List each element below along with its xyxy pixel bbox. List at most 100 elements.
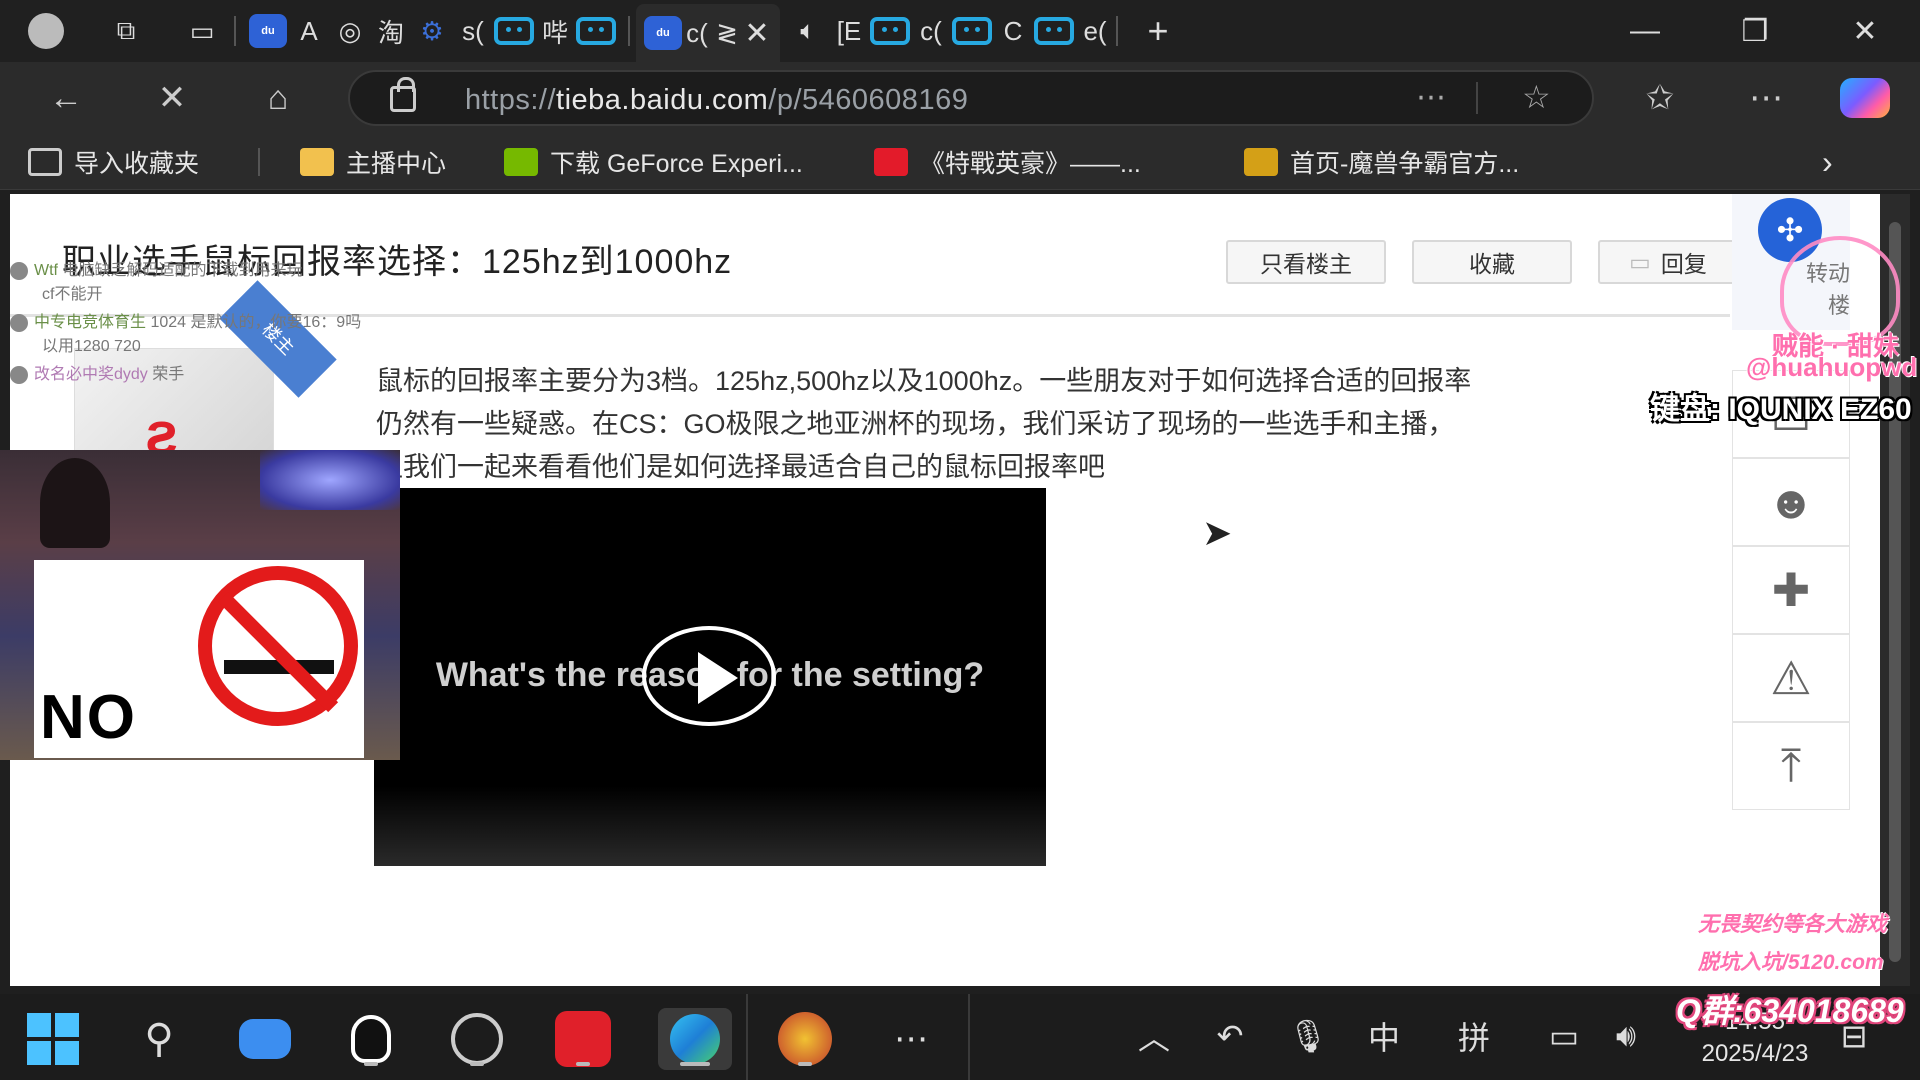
tab-baidu[interactable]: du — [246, 9, 290, 53]
running-indicator — [576, 1062, 590, 1066]
gear-tab-icon[interactable]: ⚙ — [410, 9, 454, 53]
navigation-bar: ← ✕ ⌂ https://tieba.baidu.com/p/54606081… — [0, 62, 1920, 134]
bilibili-icon — [576, 17, 616, 45]
crossfire-logo-shape — [778, 1012, 832, 1066]
taskbar-divider — [746, 994, 748, 1080]
obs-icon[interactable] — [446, 1008, 508, 1070]
baidu-netdisk-icon[interactable] — [234, 1008, 296, 1070]
microphone-icon[interactable]: 🎙︎ — [1284, 1012, 1332, 1060]
edge-icon[interactable] — [658, 1008, 732, 1070]
favorite-anchor-center[interactable]: 主播中心 — [300, 144, 446, 180]
start-icon[interactable] — [22, 1008, 84, 1070]
stop-loading-icon[interactable]: ✕ — [148, 74, 196, 122]
favorite-valorant[interactable]: 《特戰英豪》——... — [874, 144, 1141, 180]
tab-bilibili[interactable] — [1032, 9, 1076, 53]
start-tile — [55, 1041, 79, 1065]
tab-label[interactable]: e( — [1080, 16, 1110, 47]
tab-label[interactable]: C — [998, 16, 1028, 47]
report-icon[interactable]: ⚠ — [1732, 634, 1850, 722]
qq-icon[interactable] — [340, 1008, 402, 1070]
valorant-icon — [874, 148, 908, 176]
tab-label[interactable]: [E — [834, 16, 864, 47]
favorite-button[interactable]: 收藏 — [1412, 240, 1572, 284]
favorites-overflow-icon[interactable]: › — [1822, 144, 1833, 180]
start-tile — [27, 1013, 51, 1037]
ime-mode[interactable]: 拼 — [1450, 1012, 1498, 1060]
post-line: 仍然有一些疑惑。在CS：GO极限之地亚洲杯的现场，我们采访了现场的一些选手和主播… — [376, 409, 1455, 439]
profile-avatar[interactable] — [24, 9, 68, 53]
chat-avatar — [10, 261, 28, 280]
restore-icon[interactable]: ❐ — [1700, 0, 1810, 62]
speaker-icon[interactable]: 🔈︎ — [786, 9, 830, 53]
baidu-paw-icon: du — [249, 14, 287, 48]
minimize-icon[interactable]: — — [1590, 0, 1700, 62]
vertical-tabs-icon[interactable]: ▭ — [180, 9, 224, 53]
tab-bilibili[interactable] — [574, 9, 618, 53]
chat-subline: 以用1280 720 — [42, 338, 141, 355]
chevron-up-icon[interactable]: ︿ — [1130, 1012, 1178, 1060]
voice-input-icon[interactable]: ↶ — [1206, 1012, 1254, 1060]
keyboard-info: 键盘: IQUNIX EZ60 — [1650, 393, 1912, 426]
search-icon[interactable]: ⚲ — [128, 1008, 190, 1070]
tab-label[interactable]: 哔 — [540, 13, 570, 50]
chat-message: Wtf 电脑缺乏解码适配的下载到用来玩 — [10, 256, 302, 280]
no-smoking-sign: NO — [34, 560, 364, 758]
more-apps-icon[interactable]: ⋯ — [880, 1008, 942, 1070]
add-icon[interactable]: ✚ — [1732, 546, 1850, 634]
op-only-button[interactable]: 只看楼主 — [1226, 240, 1386, 284]
tab-label[interactable]: s( — [458, 16, 488, 47]
tab-bilibili[interactable] — [950, 9, 994, 53]
close-window-icon[interactable]: ✕ — [1810, 0, 1920, 62]
new-tab-icon[interactable]: + — [1136, 9, 1180, 53]
qq-group-overlay: Q群:634018689 — [1676, 993, 1904, 1029]
favorite-star-icon[interactable]: ☆ — [1522, 78, 1551, 116]
video-player[interactable]: What's the reason for the setting? — [374, 488, 1046, 866]
chat-text: 荣手 — [152, 366, 185, 383]
globe-icon[interactable]: ◎ — [328, 9, 372, 53]
address-bar[interactable]: https://tieba.baidu.com/p/5460608169 ⋯ ☆ — [348, 70, 1594, 126]
bilibili-icon — [870, 17, 910, 45]
close-tab-icon[interactable]: ✕ — [742, 16, 772, 51]
cam-light — [260, 450, 400, 510]
workspaces-icon[interactable]: ⧉ — [104, 9, 148, 53]
url-text[interactable]: https://tieba.baidu.com/p/5460608169 — [465, 84, 968, 117]
favorites-list-icon[interactable]: ✩ — [1636, 74, 1684, 122]
netease-music-icon[interactable] — [552, 1008, 614, 1070]
more-menu-icon[interactable]: ⋯ — [1742, 74, 1790, 122]
tab-label: ≷ — [716, 17, 738, 48]
reply-button[interactable]: ▭ 回复 — [1598, 240, 1738, 284]
qq-penguin-shape — [351, 1015, 391, 1063]
tab-bilibili[interactable] — [492, 9, 536, 53]
tab-label[interactable]: 淘 — [376, 13, 406, 50]
copilot-icon[interactable] — [1840, 78, 1890, 118]
tab-label[interactable]: A — [294, 16, 324, 47]
back-to-top-icon[interactable]: ⤒ — [1732, 722, 1850, 810]
clock-date: 2025/4/23 — [1701, 1040, 1809, 1067]
running-indicator — [364, 1062, 378, 1066]
lock-icon[interactable] — [390, 77, 416, 112]
volume-icon[interactable]: 🔊︎ — [1602, 1012, 1650, 1060]
crossfire-icon[interactable] — [774, 1008, 836, 1070]
chat-username: 改名必中奖dydy — [34, 366, 148, 383]
network-icon[interactable]: ▭ — [1540, 1012, 1588, 1060]
play-icon[interactable] — [642, 626, 776, 726]
active-tab[interactable]: du c( ≷ ✕ — [636, 4, 780, 62]
nvidia-icon — [504, 148, 538, 176]
bilibili-icon — [952, 17, 992, 45]
favorite-geforce[interactable]: 下载 GeForce Experi... — [504, 144, 803, 180]
url-host: tieba.baidu.com — [556, 84, 769, 116]
favorite-import[interactable]: 导入收藏夹 — [28, 144, 199, 180]
tab-bilibili[interactable] — [868, 9, 912, 53]
home-icon[interactable]: ⌂ — [254, 74, 302, 122]
favorite-label: 首页-魔兽争霸官方... — [1290, 150, 1520, 178]
ime-language[interactable]: 中 — [1360, 1012, 1408, 1060]
emoji-bear-icon[interactable]: ☻ — [1732, 458, 1850, 546]
running-indicator — [470, 1062, 484, 1066]
url-path: /p/5460608169 — [768, 84, 969, 116]
favorite-warcraft[interactable]: 首页-魔兽争霸官方... — [1244, 144, 1519, 180]
tab-divider — [1116, 16, 1118, 46]
more-page-info-icon[interactable]: ⋯ — [1416, 80, 1446, 115]
back-icon[interactable]: ← — [42, 74, 90, 122]
tab-label[interactable]: c( — [916, 16, 946, 47]
url-scheme: https:// — [465, 84, 557, 116]
